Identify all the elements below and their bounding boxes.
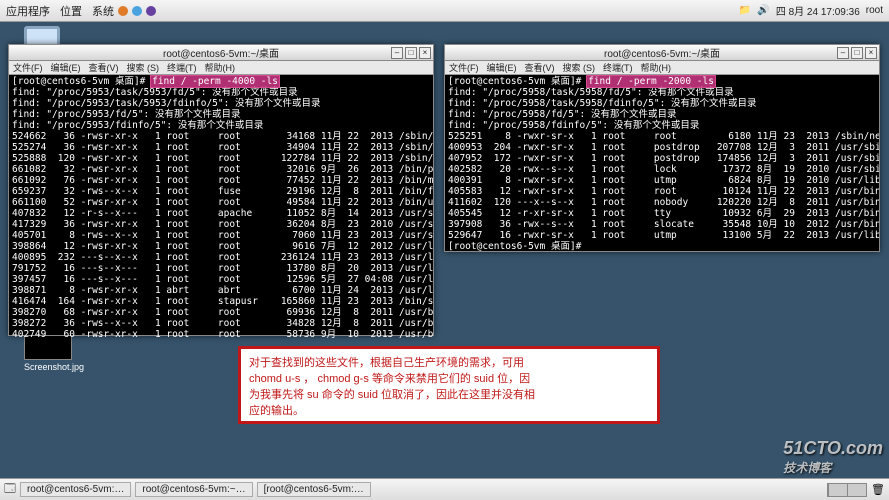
ls-row: 398871 8 -rwsr-xr-x 1 abrt abrt 6700 11月… [12,285,433,296]
terminal-window-right[interactable]: root@centos6-5vm:~/桌面 – □ × 文件(F) 编辑(E) … [444,44,880,252]
prompt-line: [root@centos6-5vm 桌面]# [448,241,581,252]
note-line: 应的输出。 [249,403,649,419]
ls-row: 411602 120 ---x--s--x 1 root nobody 1202… [448,197,879,208]
eye-icon[interactable] [146,6,156,16]
taskbar[interactable]: 🗔 root@centos6-5vm:… root@centos6-5vm:~…… [0,478,889,500]
note-line: chomd u-s ， chmod g-s 等命令来禁用它们的 suid 位，因 [249,371,649,387]
menu-file[interactable]: 文件(F) [449,61,479,74]
minimize-button[interactable]: – [837,47,849,59]
menu-view[interactable]: 查看(V) [525,61,555,74]
note-line: 对于查找到的这些文件，根据自己生产环境的需求，可用 [249,355,649,371]
command-highlight: find / -perm -4000 -ls [151,76,279,87]
ls-row: 402582 20 -rwx--s--x 1 root lock 17372 8… [448,164,879,175]
clock: 四 8月 24 17:09:36 [776,3,860,18]
terminal-body-right[interactable]: [root@centos6-5vm 桌面]# find / -perm -200… [445,75,879,253]
menu-applications[interactable]: 应用程序 [6,3,50,19]
ls-row: 661100 52 -rwsr-xr-x 1 root root 49584 1… [12,197,433,208]
maximize-button[interactable]: □ [851,47,863,59]
ls-row: 405583 12 -rwxr-sr-x 1 root root 10124 1… [448,186,879,197]
title-text: root@centos6-5vm:~/桌面 [604,45,720,60]
ls-row: 661092 76 -rwsr-xr-x 1 root root 77452 1… [12,175,433,186]
title-text: root@centos6-5vm:~/桌面 [163,45,279,60]
menu-search[interactable]: 搜索 (S) [563,61,596,74]
firefox-icon[interactable] [118,6,128,16]
menu-edit[interactable]: 编辑(E) [487,61,517,74]
taskbar-item[interactable]: root@centos6-5vm:… [20,482,131,497]
err-line: find: "/proc/5958/task/5958/fdinfo/5": 没… [448,98,757,109]
ls-row: 398272 36 -rws--x--x 1 root root 34828 1… [12,318,433,329]
menu-edit[interactable]: 编辑(E) [51,61,81,74]
err-line: find: "/proc/5953/task/5953/fdinfo/5": 没… [12,98,321,109]
menu-view[interactable]: 查看(V) [89,61,119,74]
taskbar-item[interactable]: [root@centos6-5vm:… [257,482,371,497]
err-line: find: "/proc/5958/task/5958/fd/5": 没有那个文… [448,87,734,98]
titlebar-left[interactable]: root@centos6-5vm:~/桌面 – □ × [9,45,433,61]
ls-row: 400895 232 ---s--x--x 1 root root 236124… [12,252,433,263]
prompt: [root@centos6-5vm 桌面]# [448,76,587,87]
show-desktop-icon[interactable]: 🗔 [4,480,16,499]
watermark: 51CTO.com 技术博客 [783,438,883,476]
ls-row: 400953 204 -rwxr-sr-x 1 root postdrop 20… [448,142,879,153]
ls-row: 398270 68 -rwsr-xr-x 1 root root 69936 1… [12,307,433,318]
menu-file[interactable]: 文件(F) [13,61,43,74]
ls-row: 525888 120 -rwsr-xr-x 1 root root 122784… [12,153,433,164]
folder-icon[interactable]: 📁 [739,5,751,16]
user-label[interactable]: root [866,5,883,16]
ls-row: 417329 36 -rwsr-xr-x 1 root root 36204 8… [12,219,433,230]
note-line: 为我事先将 su 命令的 suid 位取消了，因此在这里并没有相 [249,387,649,403]
ls-row: 405701 8 -rws--x--x 1 root root 7060 11月… [12,230,433,241]
taskbar-item[interactable]: root@centos6-5vm:~… [135,482,252,497]
ls-row: 398864 12 -rwsr-xr-x 1 root root 9616 7月… [12,241,433,252]
menu-search[interactable]: 搜索 (S) [127,61,160,74]
ls-row: 525274 36 -rwsr-xr-x 1 root root 34904 1… [12,142,433,153]
ls-row: 397908 36 -rwx--s--x 1 root slocate 3554… [448,219,879,230]
menu-terminal[interactable]: 终端(T) [167,61,197,74]
menu-places[interactable]: 位置 [60,3,82,19]
speaker-icon[interactable]: 🔊 [757,5,769,16]
titlebar-right[interactable]: root@centos6-5vm:~/桌面 – □ × [445,45,879,61]
ls-row: 529647 16 -rwxr-sr-x 1 root utmp 13100 5… [448,230,879,241]
err-line: find: "/proc/5953/task/5953/fd/5": 没有那个文… [12,87,298,98]
command-highlight: find / -perm -2000 -ls [587,76,715,87]
menu-system[interactable]: 系统 [92,3,114,19]
ls-row: 661082 32 -rwsr-xr-x 1 root root 32016 9… [12,164,433,175]
ls-row: 524662 36 -rwsr-xr-x 1 root root 34168 1… [12,131,433,142]
close-button[interactable]: × [419,47,431,59]
terminal-menubar[interactable]: 文件(F) 编辑(E) 查看(V) 搜索 (S) 终端(T) 帮助(H) [9,61,433,75]
ls-row: 405545 12 -r-xr-sr-x 1 root tty 10932 6月… [448,208,879,219]
ls-row: 416474 164 -rwsr-xr-x 1 root stapusr 165… [12,296,433,307]
close-button[interactable]: × [865,47,877,59]
minimize-button[interactable]: – [391,47,403,59]
prompt: [root@centos6-5vm 桌面]# [12,76,151,87]
menu-help[interactable]: 帮助(H) [641,61,672,74]
ls-row: 402749 60 -rwsr-xr-x 1 root root 58736 9… [12,329,433,340]
ls-row: 407952 172 -rwxr-sr-x 1 root postdrop 17… [448,153,879,164]
annotation-note: 对于查找到的这些文件，根据自己生产环境的需求，可用 chomd u-s ， ch… [238,346,660,424]
terminal-body-left[interactable]: [root@centos6-5vm 桌面]# find / -perm -400… [9,75,433,341]
ls-row: 407832 12 -r-s--x--- 1 root apache 11052… [12,208,433,219]
menu-help[interactable]: 帮助(H) [205,61,236,74]
watermark-brand: 51CTO.com [783,438,883,459]
err-line: find: "/proc/5958/fdinfo/5": 没有那个文件或目录 [448,120,699,131]
ls-row: 659237 32 -rws--x--x 1 root fuse 29196 1… [12,186,433,197]
ls-row: 525251 8 -rwxr-sr-x 1 root root 6180 11月… [448,131,879,142]
text-editor-icon[interactable] [132,6,142,16]
err-line: find: "/proc/5953/fd/5": 没有那个文件或目录 [12,109,241,120]
workspace-switcher[interactable] [827,483,867,497]
system-menu[interactable]: 应用程序 位置 系统 [6,3,114,19]
ls-row: 791752 16 ---s--x--- 1 root root 13780 8… [12,263,433,274]
ls-row: 400391 8 -rwxr-sr-x 1 root utmp 6824 8月 … [448,175,879,186]
terminal-menubar[interactable]: 文件(F) 编辑(E) 查看(V) 搜索 (S) 终端(T) 帮助(H) [445,61,879,75]
terminal-window-left[interactable]: root@centos6-5vm:~/桌面 – □ × 文件(F) 编辑(E) … [8,44,434,336]
ls-row: 397457 16 ---s--x--- 1 root root 12596 5… [12,274,433,285]
err-line: find: "/proc/5953/fdinfo/5": 没有那个文件或目录 [12,120,263,131]
watermark-sub: 技术博客 [783,459,883,476]
err-line: find: "/proc/5958/fd/5": 没有那个文件或目录 [448,109,677,120]
menu-terminal[interactable]: 终端(T) [603,61,633,74]
screenshot-label: Screenshot.jpg [24,362,84,372]
maximize-button[interactable]: □ [405,47,417,59]
trash-icon[interactable]: 🗑 [871,483,885,496]
system-menubar: 应用程序 位置 系统 📁 🔊 四 8月 24 17:09:36 root [0,0,889,22]
